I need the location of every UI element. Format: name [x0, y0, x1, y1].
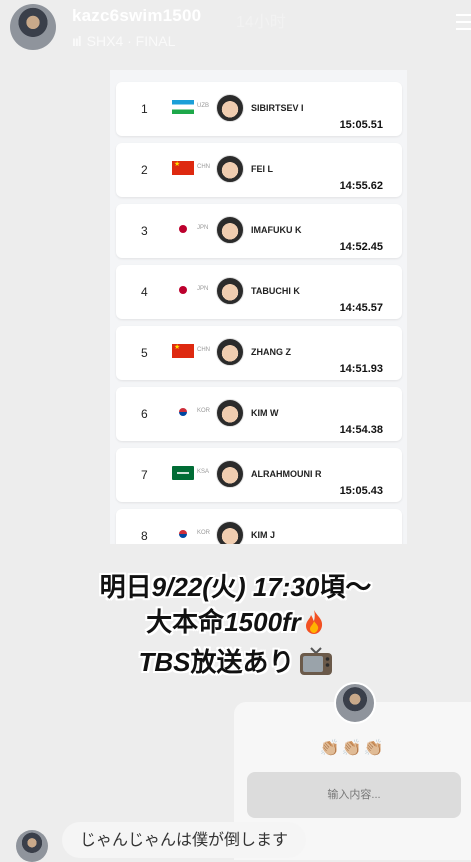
- result-row: 1 UZB SIBIRTSEV I 15:05.51: [116, 82, 402, 136]
- result-row: 4 JPN TABUCHI K 14:45.57: [116, 265, 402, 319]
- athlete-name: SIBIRTSEV I: [251, 103, 304, 113]
- caption-event: 1500fr: [224, 607, 301, 637]
- caption-line-3: TBS放送あり: [0, 642, 471, 679]
- result-row: 8 KOR KIM J: [116, 509, 402, 544]
- athlete-name: ZHANG Z: [251, 347, 291, 357]
- country-code: UZB: [197, 103, 209, 109]
- music-bars-icon: ııl: [72, 33, 82, 49]
- result-time: 14:45.57: [339, 302, 383, 314]
- username[interactable]: kazc6swim1500: [72, 6, 201, 26]
- reply-avatar: [334, 682, 376, 724]
- caption-text: 明日: [99, 572, 152, 602]
- result-row: 5 CHN ZHANG Z 14:51.93: [116, 326, 402, 380]
- result-time: 14:54.38: [339, 424, 383, 436]
- country-code: CHN: [197, 347, 210, 353]
- results-screenshot: 1 UZB SIBIRTSEV I 15:05.51 2 CHN FEI L 1…: [110, 70, 407, 544]
- athlete-name: IMAFUKU K: [251, 225, 302, 235]
- result-row: 7 KSA ALRAHMOUNI R 15:05.43: [116, 448, 402, 502]
- country-code: JPN: [197, 286, 209, 292]
- caption-text: 大本命: [146, 607, 225, 637]
- fire-icon: [305, 610, 322, 634]
- flag-icon: [172, 466, 194, 480]
- athlete-photo: [216, 399, 244, 427]
- result-rank: 4: [141, 285, 148, 299]
- caption-text: 頃〜: [319, 572, 372, 602]
- commenter-avatar[interactable]: [16, 830, 48, 862]
- post-time: 14小时: [236, 14, 286, 31]
- story-header: kazc6swim1500 14小时 ııl SHX4 · FINAL: [0, 0, 471, 60]
- athlete-name: TABUCHI K: [251, 286, 300, 296]
- caption-line-2: 大本命1500fr: [0, 602, 471, 639]
- flag-icon: [172, 283, 194, 297]
- result-time: 15:05.43: [339, 485, 383, 497]
- result-row: 2 CHN FEI L 14:55.62: [116, 143, 402, 197]
- result-rank: 8: [141, 529, 148, 543]
- athlete-photo: [216, 277, 244, 305]
- clap-reactions[interactable]: 👏🏼👏🏼👏🏼: [234, 738, 471, 758]
- flag-icon: [172, 405, 194, 419]
- athlete-photo: [216, 155, 244, 183]
- result-time: 14:51.93: [339, 363, 383, 375]
- athlete-photo: [216, 460, 244, 488]
- country-code: KOR: [197, 408, 211, 414]
- flag-icon: [172, 527, 194, 541]
- result-time: 14:55.62: [339, 180, 383, 192]
- flag-icon: [172, 161, 194, 175]
- result-row: 6 KOR KIM W 14:54.38: [116, 387, 402, 441]
- result-rank: 3: [141, 224, 148, 238]
- athlete-photo: [216, 94, 244, 122]
- athlete-photo: [216, 338, 244, 366]
- caption-text: 放送あり: [190, 647, 295, 677]
- athlete-photo: [216, 216, 244, 244]
- caption-line-1: 明日9/22(火) 17:30頃〜: [0, 567, 471, 604]
- caption-weekday: 火: [210, 572, 237, 602]
- result-rank: 6: [141, 407, 148, 421]
- menu-icon[interactable]: [456, 14, 471, 32]
- result-rank: 5: [141, 346, 148, 360]
- comment-bubble[interactable]: じゃんじゃんは僕が倒します: [62, 822, 307, 858]
- country-code: KOR: [197, 530, 211, 536]
- athlete-name: FEI L: [251, 164, 273, 174]
- flag-icon: [172, 222, 194, 236]
- reply-input[interactable]: [247, 772, 461, 818]
- result-rank: 7: [141, 468, 148, 482]
- athlete-name: KIM J: [251, 530, 276, 540]
- result-rank: 2: [141, 163, 148, 177]
- country-code: JPN: [197, 225, 209, 231]
- caption-broadcaster: TBS: [138, 647, 191, 677]
- caption-date: 9/22(: [151, 572, 211, 602]
- caption-time: ) 17:30: [236, 572, 320, 602]
- athlete-photo: [216, 521, 244, 544]
- tv-icon: [299, 647, 332, 675]
- profile-avatar[interactable]: [10, 4, 56, 50]
- music-label[interactable]: ııl SHX4 · FINAL: [72, 33, 175, 49]
- result-time: 15:05.51: [339, 119, 383, 131]
- music-title: SHX4 · FINAL: [86, 33, 176, 49]
- country-code: CHN: [197, 164, 210, 170]
- flag-icon: [172, 100, 194, 114]
- result-row: 3 JPN IMAFUKU K 14:52.45: [116, 204, 402, 258]
- flag-icon: [172, 344, 194, 358]
- result-rank: 1: [141, 102, 148, 116]
- athlete-name: ALRAHMOUNI R: [251, 469, 322, 479]
- country-code: KSA: [197, 469, 210, 475]
- result-time: 14:52.45: [339, 241, 383, 253]
- athlete-name: KIM W: [251, 408, 279, 418]
